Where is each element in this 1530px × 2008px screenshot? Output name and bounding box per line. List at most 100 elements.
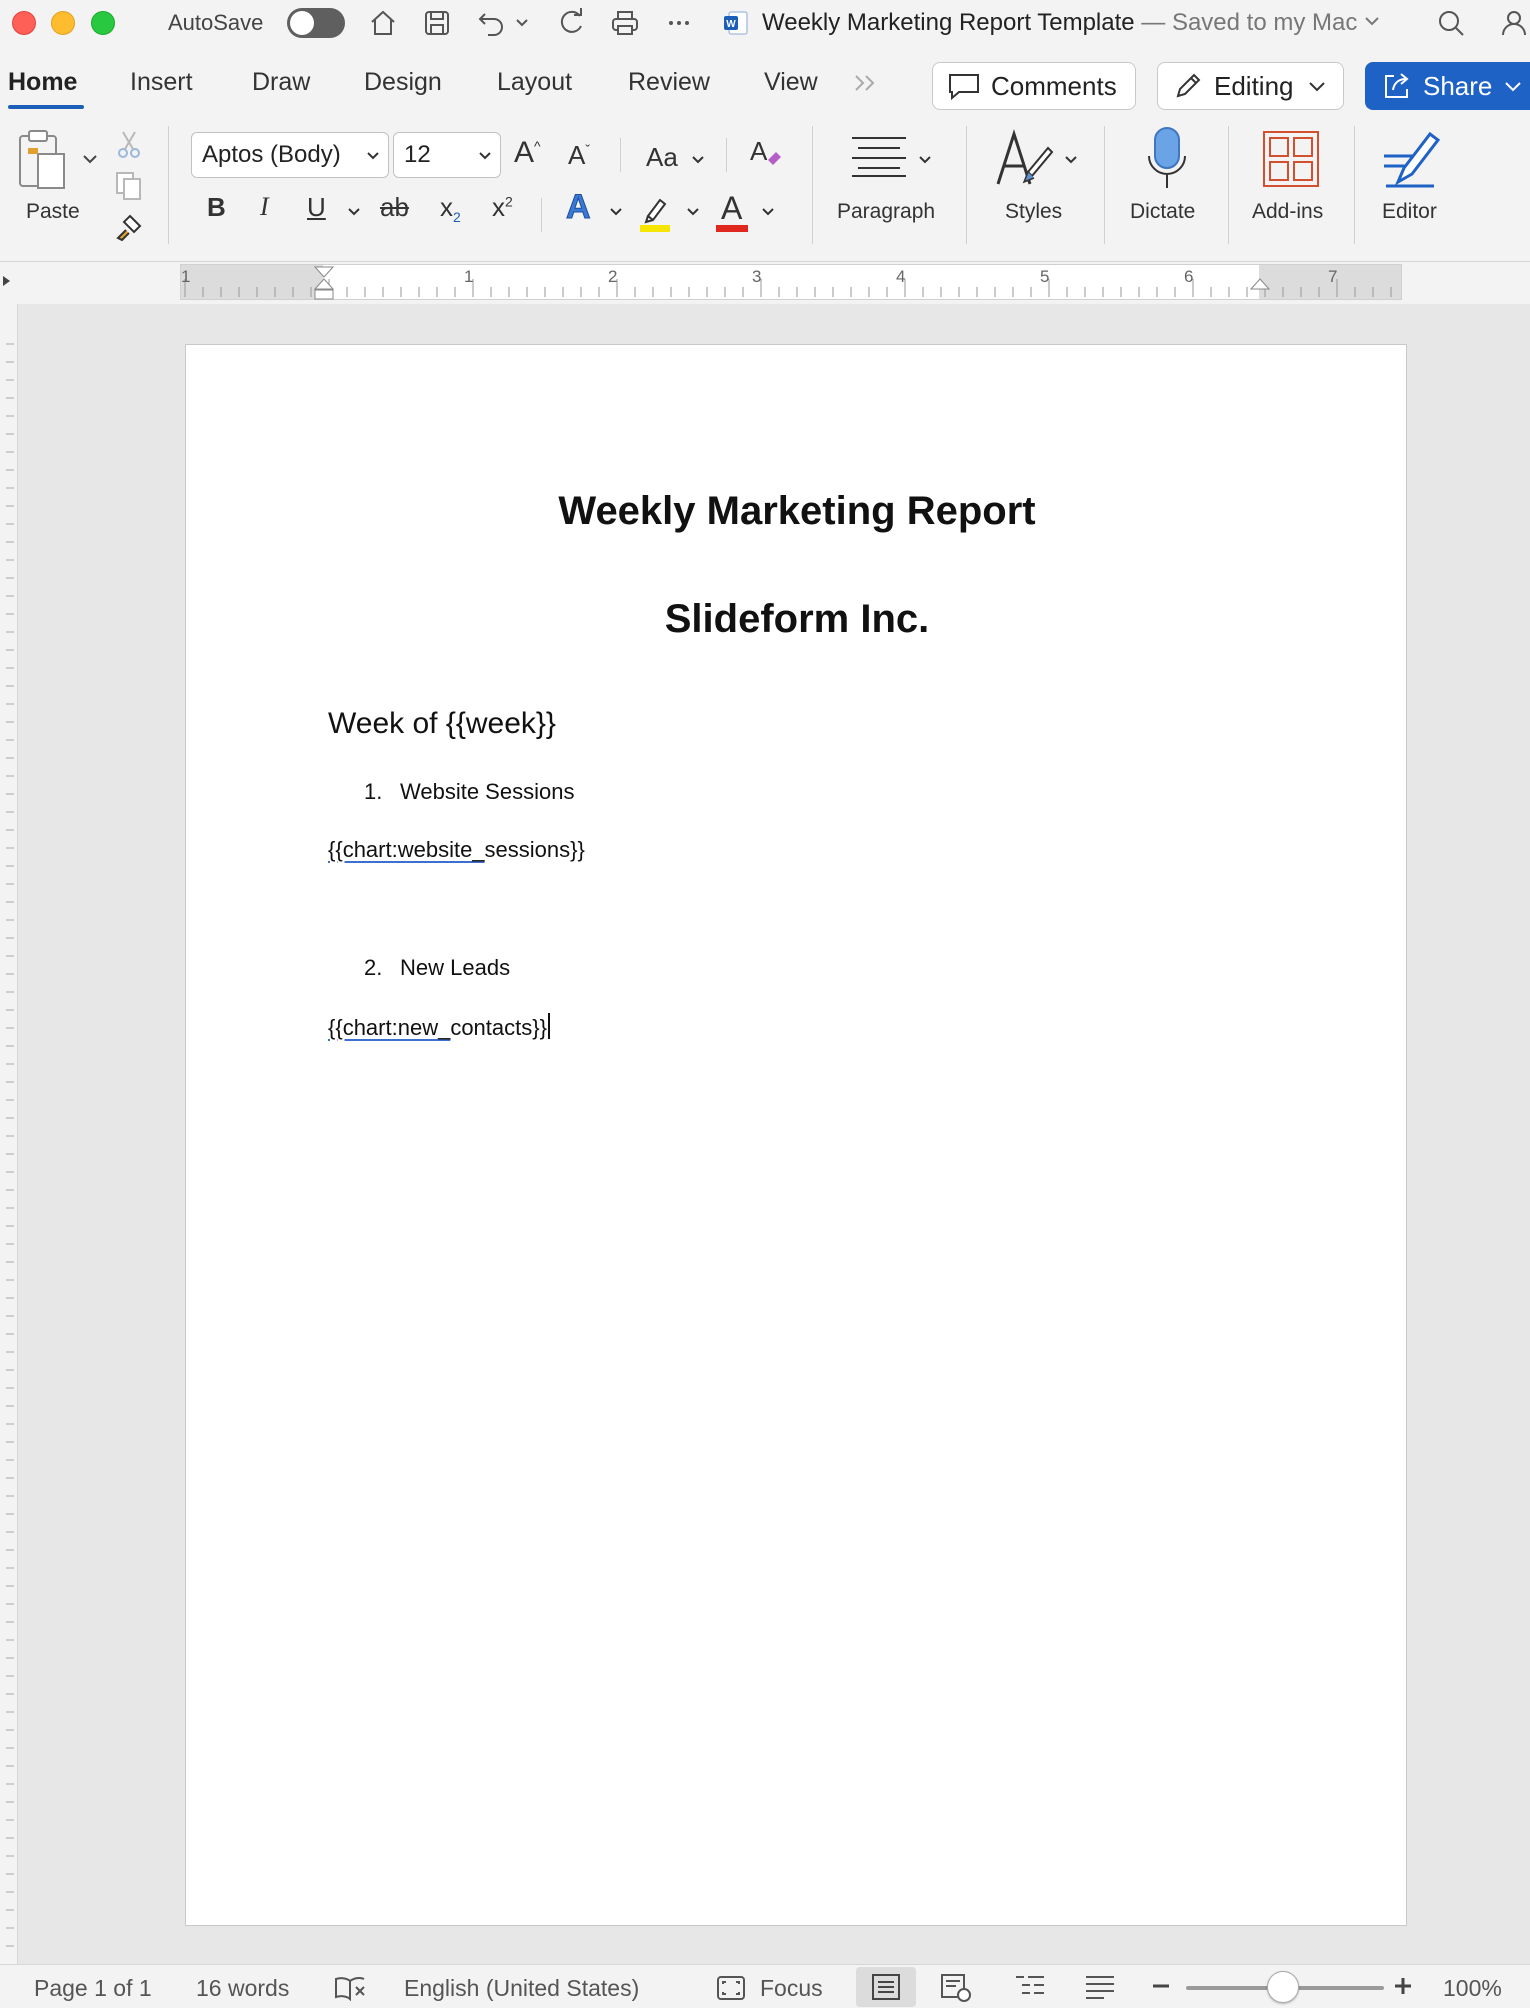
- grow-font-glyph: A: [514, 136, 535, 169]
- shrink-font-glyph: A: [568, 140, 586, 170]
- text-effects-chevron-icon[interactable]: [609, 204, 623, 222]
- clear-formatting-icon[interactable]: A: [748, 136, 784, 177]
- superscript-button[interactable]: x2: [492, 192, 513, 223]
- close-window-button[interactable]: [12, 11, 36, 35]
- indent-marker[interactable]: [312, 265, 336, 306]
- paragraph-icon[interactable]: [850, 134, 908, 183]
- cut-icon[interactable]: [115, 130, 143, 165]
- ruler-number: 7: [1328, 267, 1338, 286]
- share-button[interactable]: Share: [1365, 62, 1530, 110]
- language-status[interactable]: English (United States): [404, 1975, 639, 2002]
- font-size-dropdown[interactable]: 12: [393, 132, 501, 178]
- chart-placeholder-paragraph: {{chart:website_sessions}}: [328, 837, 585, 863]
- format-painter-icon[interactable]: [112, 210, 146, 249]
- zoom-level[interactable]: 100%: [1443, 1975, 1502, 2002]
- undo-icon[interactable]: [474, 6, 508, 40]
- share-icon: [1385, 73, 1409, 98]
- autosave-toggle[interactable]: [287, 8, 345, 38]
- ruler-number: 5: [1040, 267, 1050, 286]
- save-icon[interactable]: [420, 6, 454, 40]
- paste-chevron-down-icon[interactable]: [82, 152, 98, 170]
- tab-insert[interactable]: Insert: [130, 68, 193, 97]
- list-item: 1. Website Sessions: [364, 779, 574, 805]
- outline-view-icon[interactable]: [1014, 1973, 1046, 2006]
- redo-icon[interactable]: [554, 6, 588, 40]
- highlight-icon[interactable]: [638, 194, 672, 237]
- tab-view[interactable]: View: [764, 68, 818, 97]
- active-tab-indicator: [8, 105, 84, 109]
- change-case-chevron-icon[interactable]: [691, 152, 705, 170]
- zoom-out-icon[interactable]: [1150, 1975, 1172, 2002]
- microphone-icon[interactable]: [1145, 126, 1189, 195]
- print-layout-view-button[interactable]: [856, 1967, 916, 2007]
- document-title-heading: Weekly Marketing Report: [558, 489, 1036, 533]
- tab-layout[interactable]: Layout: [497, 68, 572, 97]
- list-number: 1.: [364, 779, 383, 804]
- minimize-window-button[interactable]: [51, 11, 75, 35]
- web-layout-icon[interactable]: [940, 1973, 972, 2008]
- italic-button[interactable]: I: [260, 192, 269, 222]
- copy-icon[interactable]: [113, 170, 145, 207]
- draft-view-icon[interactable]: [1084, 1973, 1116, 2006]
- comments-label: Comments: [991, 70, 1117, 101]
- bold-button[interactable]: B: [207, 192, 226, 223]
- font-name-dropdown[interactable]: Aptos (Body): [191, 132, 389, 178]
- subscript-glyph: x: [440, 192, 453, 222]
- text-effects-button[interactable]: A: [566, 188, 592, 227]
- proofing-icon[interactable]: [334, 1975, 368, 2006]
- zoom-in-icon[interactable]: [1392, 1975, 1414, 2002]
- comments-button[interactable]: Comments: [932, 62, 1136, 110]
- editor-icon[interactable]: [1378, 128, 1444, 195]
- placeholder-text: contacts}}: [450, 1015, 547, 1040]
- font-size-chevron-icon: [479, 152, 491, 160]
- focus-label[interactable]: Focus: [760, 1975, 823, 2002]
- print-icon[interactable]: [608, 6, 642, 40]
- word-count[interactable]: 16 words: [196, 1975, 289, 2002]
- ribbon-tabs: Home Insert Draw Design Layout Review Vi…: [0, 46, 1530, 118]
- font-size-value: 12: [404, 141, 431, 168]
- undo-dropdown-icon[interactable]: [512, 6, 532, 40]
- font-color-button[interactable]: A: [716, 190, 748, 237]
- spelling-flagged-text: {{chart:new_: [328, 1015, 451, 1040]
- search-icon[interactable]: [1434, 6, 1468, 40]
- underline-chevron-icon[interactable]: [347, 204, 361, 222]
- ruler-number: 4: [896, 267, 906, 286]
- strikethrough-button[interactable]: ab: [380, 192, 409, 223]
- shrink-font-button[interactable]: Aˇ: [568, 140, 590, 171]
- addins-icon[interactable]: [1262, 130, 1320, 193]
- more-icon[interactable]: [662, 6, 696, 40]
- page-count[interactable]: Page 1 of 1: [34, 1975, 152, 2002]
- account-icon[interactable]: [1496, 6, 1530, 40]
- grow-font-button[interactable]: A^: [514, 136, 541, 170]
- pencil-icon: [1176, 73, 1201, 98]
- maximize-window-button[interactable]: [91, 11, 115, 35]
- underline-button[interactable]: U: [307, 192, 326, 223]
- tab-review[interactable]: Review: [628, 68, 710, 97]
- document-page[interactable]: Weekly Marketing Report Slideform Inc. W…: [185, 344, 1407, 1926]
- tab-draw[interactable]: Draw: [252, 68, 310, 97]
- right-indent-marker[interactable]: [1249, 277, 1271, 296]
- focus-icon[interactable]: [716, 1975, 746, 2006]
- ribbon: Paste Aptos (Body) 12 A^ Aˇ Aa A B I U a…: [0, 118, 1530, 262]
- more-tabs-icon[interactable]: [852, 72, 880, 99]
- highlight-chevron-icon[interactable]: [686, 204, 700, 222]
- ruler-number: 1: [464, 267, 474, 286]
- document-title[interactable]: Weekly Marketing Report Template — Saved…: [762, 9, 1380, 37]
- print-layout-icon: [872, 1974, 900, 2000]
- ruler-track[interactable]: 1 1 2 3 4 5 6 7: [180, 264, 1402, 300]
- styles-icon[interactable]: [994, 128, 1056, 193]
- tab-design[interactable]: Design: [364, 68, 442, 97]
- subscript-button[interactable]: x2: [440, 192, 461, 225]
- tab-home[interactable]: Home: [8, 68, 77, 97]
- change-case-button[interactable]: Aa: [646, 142, 678, 173]
- editing-mode-button[interactable]: Editing: [1157, 62, 1344, 110]
- zoom-slider-thumb[interactable]: [1267, 1971, 1299, 2003]
- font-name-value: Aptos (Body): [202, 141, 341, 168]
- styles-chevron-icon[interactable]: [1064, 152, 1078, 170]
- paste-icon[interactable]: [16, 128, 76, 197]
- font-color-chevron-icon[interactable]: [761, 204, 775, 222]
- paragraph-chevron-icon[interactable]: [918, 152, 932, 170]
- editing-label: Editing: [1214, 70, 1294, 101]
- ruler-arrow-icon: [2, 274, 12, 292]
- home-icon[interactable]: [366, 6, 400, 40]
